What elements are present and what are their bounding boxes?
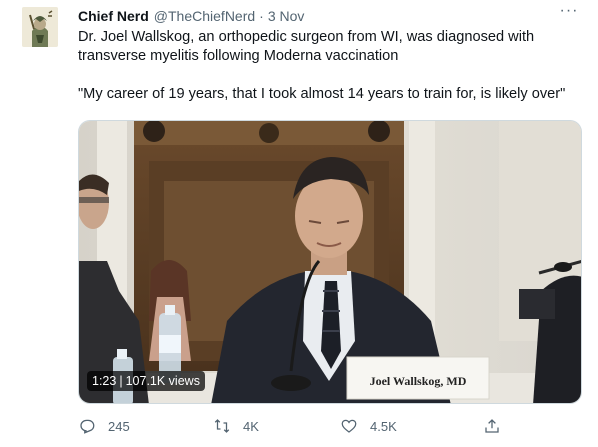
- action-bar: 245 4K 4.5K: [78, 415, 538, 437]
- more-options-icon[interactable]: ···: [558, 3, 580, 22]
- header-separator: ·: [259, 8, 264, 24]
- retweet-button[interactable]: 4K: [213, 415, 259, 437]
- like-button[interactable]: 4.5K: [340, 415, 397, 437]
- share-icon: [485, 419, 499, 433]
- tweet-header: Chief Nerd @TheChiefNerd · 3 Nov: [78, 7, 304, 25]
- like-count: 4.5K: [370, 418, 397, 434]
- video-duration: 1:23: [92, 374, 117, 388]
- share-button[interactable]: [483, 415, 501, 437]
- tweet-text: Dr. Joel Wallskog, an orthopedic surgeon…: [78, 28, 588, 104]
- tweet-text-line: Dr. Joel Wallskog, an orthopedic surgeon…: [78, 29, 535, 45]
- avatar[interactable]: [22, 7, 58, 47]
- video-stats-overlay: 1:23 | 107.1K views: [87, 371, 205, 391]
- video-frame: Joel Wallskog, MD: [79, 121, 581, 403]
- reply-button[interactable]: 245: [78, 415, 130, 437]
- video-player[interactable]: Joel Wallskog, MD: [78, 120, 582, 404]
- retweet-count: 4K: [243, 418, 259, 434]
- reply-count: 245: [108, 418, 130, 434]
- author-handle[interactable]: @TheChiefNerd: [154, 8, 255, 24]
- tweet[interactable]: Chief Nerd @TheChiefNerd · 3 Nov ··· Dr.…: [0, 0, 598, 447]
- like-icon: [341, 419, 357, 433]
- tweet-quote: "My career of 19 years, that I took almo…: [78, 86, 566, 102]
- video-views: 107.1K views: [125, 374, 200, 388]
- tweet-date[interactable]: 3 Nov: [268, 8, 305, 24]
- tweet-text-line: transverse myelitis following Moderna va…: [78, 48, 399, 64]
- overlay-divider: |: [119, 374, 123, 388]
- retweet-icon: [214, 419, 230, 433]
- author-name[interactable]: Chief Nerd: [78, 8, 149, 24]
- nameplate-text: Joel Wallskog, MD: [370, 374, 467, 388]
- reply-icon: [80, 419, 95, 434]
